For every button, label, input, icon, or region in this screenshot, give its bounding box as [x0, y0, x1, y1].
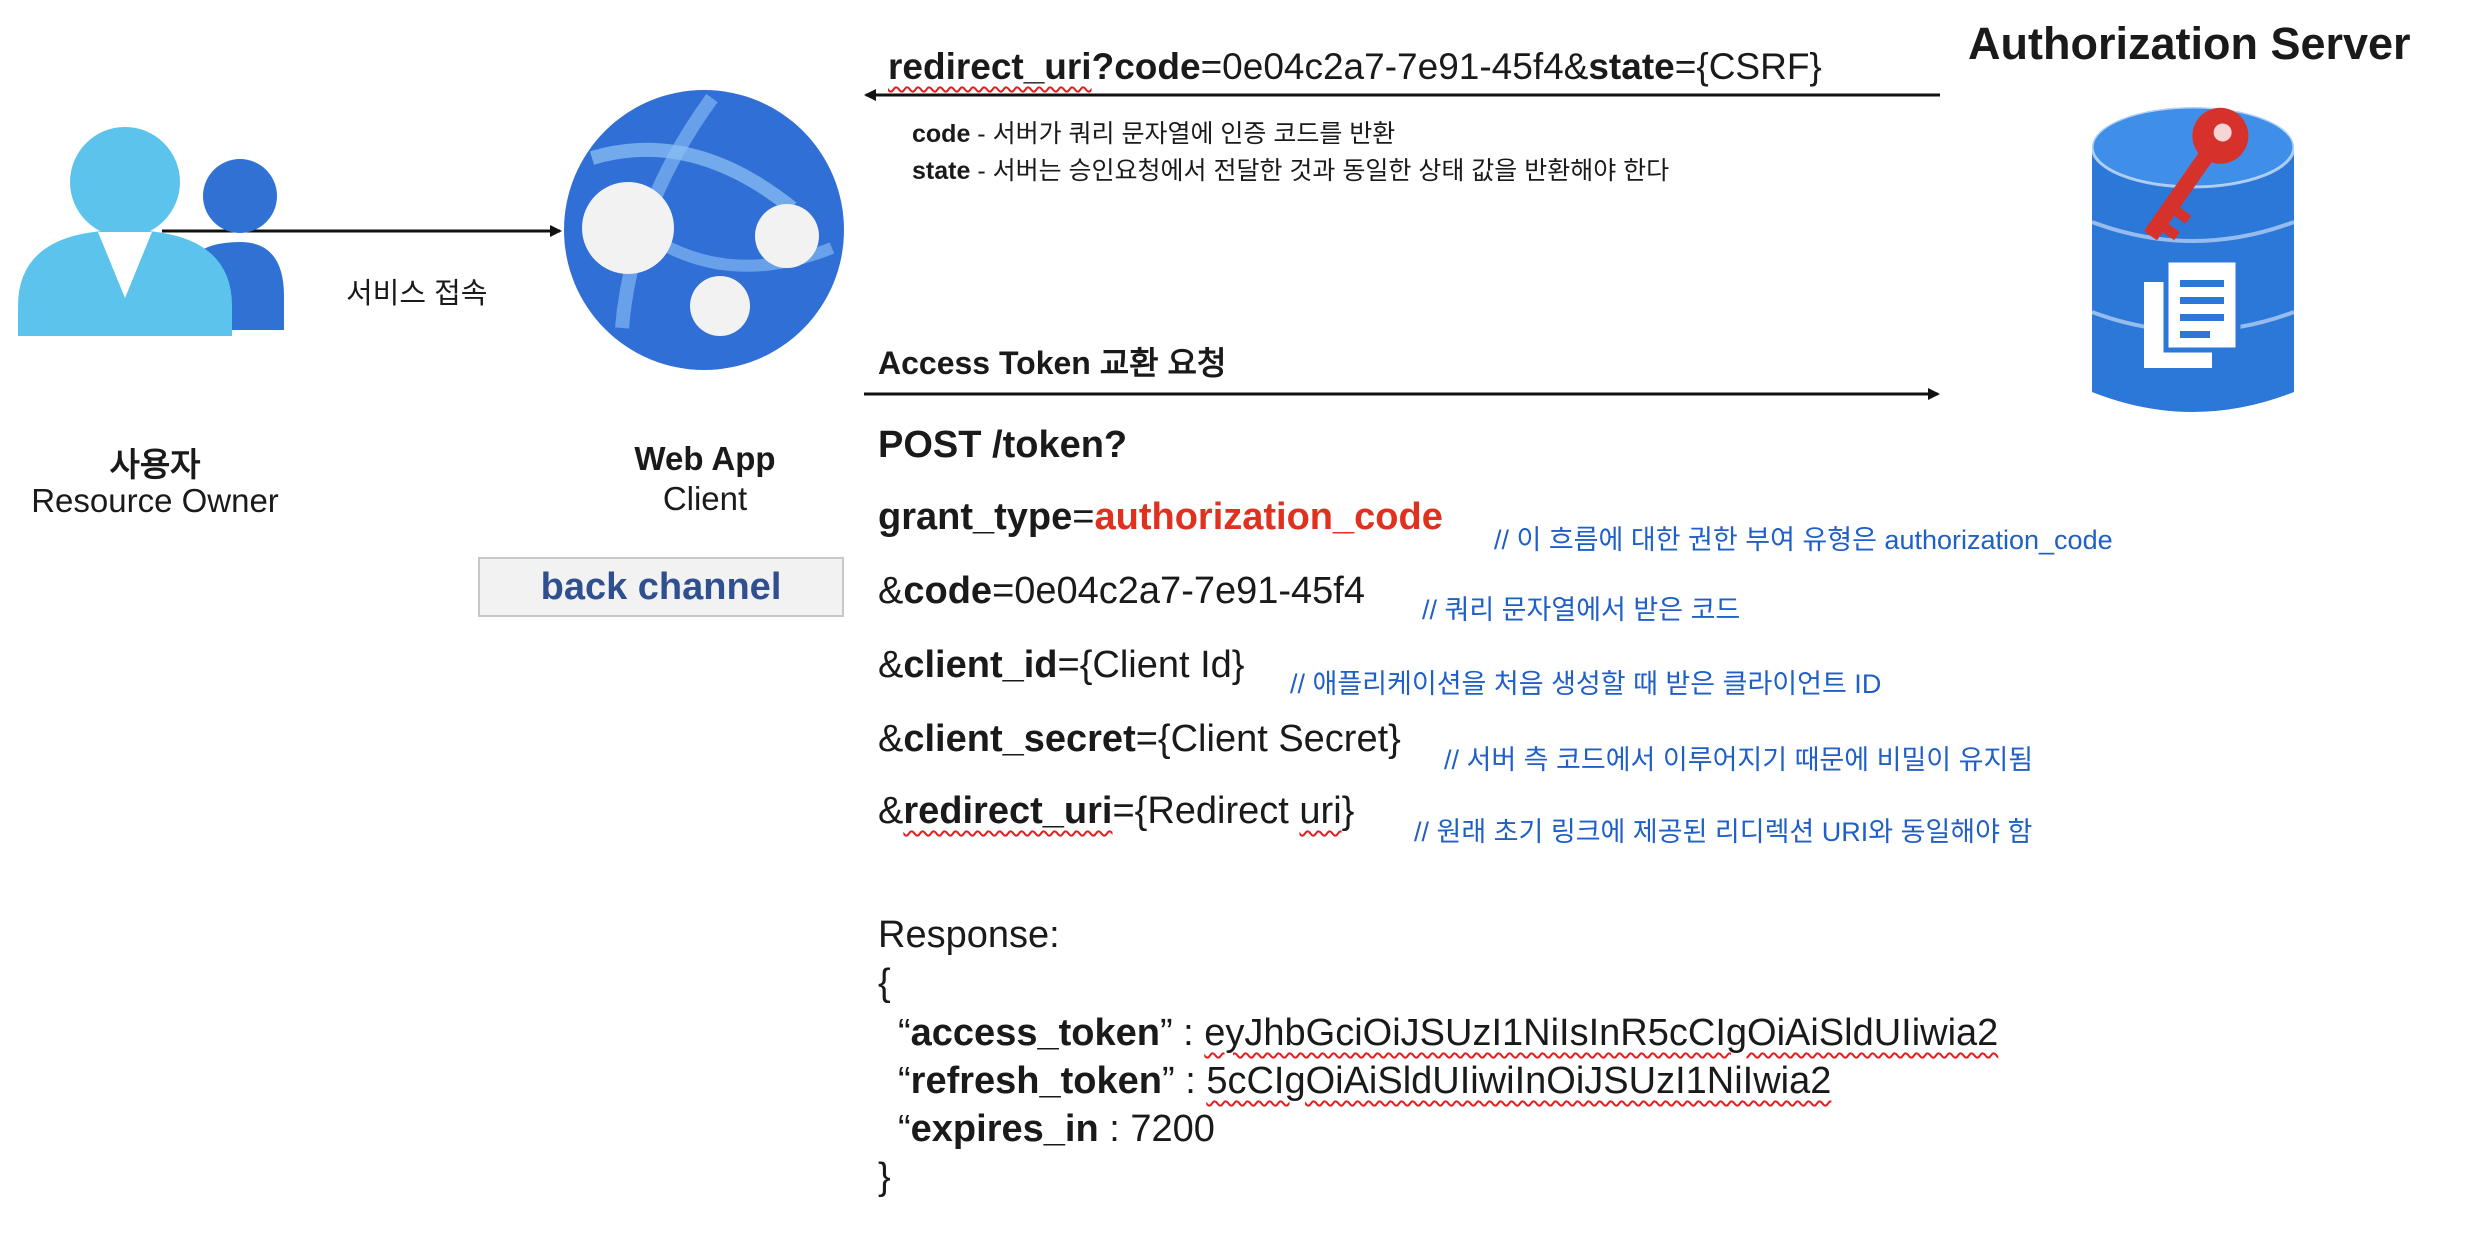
state-param-key: state: [1588, 46, 1675, 87]
user-pair-icon: [18, 127, 284, 336]
response-open-brace: {: [878, 962, 891, 1004]
expires-in-q1: “: [898, 1108, 911, 1150]
user-subtitle: Resource Owner: [31, 482, 279, 519]
web-app-globe-icon: [564, 90, 844, 370]
client-secret-value: ={Client Secret}: [1135, 718, 1401, 760]
redirect-uri-key: redirect_uri: [888, 46, 1092, 87]
exchange-title: Access Token 교환 요청: [878, 345, 1227, 381]
code-key: code: [903, 570, 993, 612]
webapp-title: Web App: [634, 440, 776, 477]
client-secret-comment: // 서버 측 코드에서 이루어지기 때문에 비밀이 유지됨: [1444, 745, 2034, 775]
client-secret-key: client_secret: [903, 718, 1136, 760]
refresh-token-value: 5cCIgOiAiSldUIiwiInOiJSUzI1NiIwia2: [1206, 1060, 1832, 1102]
redirect-uri-word: uri: [1299, 790, 1342, 832]
response-label: Response:: [878, 914, 1060, 956]
code-amp: &: [878, 570, 904, 612]
post-line: POST /token?: [878, 424, 1128, 466]
grant-type-comment: // 이 흐름에 대한 권한 부여 유형은 authorization_code: [1494, 525, 2113, 555]
redirect-uri-param-key: redirect_uri: [903, 790, 1113, 832]
code-note: code - 서버가 쿼리 문자열에 인증 코드를 반환: [912, 114, 1395, 150]
state-note-key: state: [912, 157, 971, 185]
response-close-brace: }: [878, 1156, 891, 1198]
refresh-token-q2: ” :: [1161, 1060, 1207, 1102]
grant-type-value: authorization_code: [1094, 496, 1443, 538]
redirect-callback-line: redirect_uri?code=0e04c2a7-7e91-45f4&sta…: [888, 46, 1822, 88]
access-token-value: eyJhbGciOiJSUzI1NiIsInR5cCIgOiAiSldUIiwi…: [1204, 1012, 1999, 1054]
grant-type-line: grant_type=authorization_code: [878, 496, 1443, 539]
grant-type-eq: =: [1072, 496, 1095, 538]
code-param-value: =0e04c2a7-7e91-45f4&: [1200, 46, 1589, 87]
client-id-amp: &: [878, 644, 904, 686]
client-id-key: client_id: [903, 644, 1058, 686]
refresh-token-q1: “: [898, 1060, 911, 1102]
client-id-comment: // 애플리케이션을 처음 생성할 때 받은 클라이언트 ID: [1290, 669, 1882, 699]
client-secret-line: &client_secret={Client Secret}: [878, 718, 1401, 761]
access-token-q2: ” :: [1159, 1012, 1205, 1054]
expires-in-value: : 7200: [1098, 1108, 1215, 1150]
redirect-uri-comment: // 원래 초기 링크에 제공된 리디렉션 URI와 동일해야 함: [1414, 817, 2033, 847]
back-channel-badge: back channel: [478, 557, 844, 617]
expires-in-key: expires_in: [910, 1108, 1099, 1150]
access-token-line: “access_token” : eyJhbGciOiJSUzI1NiIsInR…: [898, 1012, 1998, 1055]
state-note: state - 서버는 승인요청에서 전달한 것과 동일한 상태 값을 반환해야…: [912, 151, 1669, 187]
client-id-value: ={Client Id}: [1057, 644, 1245, 686]
access-token-key: access_token: [910, 1012, 1160, 1054]
user-title: 사용자: [109, 446, 201, 483]
refresh-token-key: refresh_token: [910, 1060, 1162, 1102]
client-secret-amp: &: [878, 718, 904, 760]
service-access-label: 서비스 접속: [346, 278, 488, 310]
state-note-desc: - 서버는 승인요청에서 전달한 것과 동일한 상태 값을 반환해야 한다: [970, 157, 1670, 185]
auth-server-title: Authorization Server: [1968, 18, 2411, 69]
code-value: =0e04c2a7-7e91-45f4: [992, 570, 1365, 612]
code-param-key: ?code: [1091, 46, 1201, 87]
code-line: &code=0e04c2a7-7e91-45f4: [878, 570, 1365, 613]
database-key-document-icon: [2090, 105, 2296, 412]
expires-in-line: “expires_in : 7200: [898, 1108, 1215, 1151]
state-param-value: ={CSRF}: [1674, 46, 1822, 87]
client-id-line: &client_id={Client Id}: [878, 644, 1245, 687]
redirect-uri-line: &redirect_uri={Redirect uri}: [878, 790, 1354, 833]
redirect-uri-close: }: [1341, 790, 1355, 832]
refresh-token-line: “refresh_token” : 5cCIgOiAiSldUIiwiInOiJ…: [898, 1060, 1831, 1103]
code-note-desc: - 서버가 쿼리 문자열에 인증 코드를 반환: [970, 120, 1396, 148]
code-comment: // 쿼리 문자열에서 받은 코드: [1422, 595, 1741, 625]
code-note-key: code: [912, 120, 971, 148]
webapp-subtitle: Client: [662, 480, 748, 517]
grant-type-key: grant_type: [878, 496, 1073, 538]
redirect-uri-eq: ={Redirect: [1112, 790, 1300, 832]
redirect-uri-amp: &: [878, 790, 904, 832]
access-token-q1: “: [898, 1012, 911, 1054]
